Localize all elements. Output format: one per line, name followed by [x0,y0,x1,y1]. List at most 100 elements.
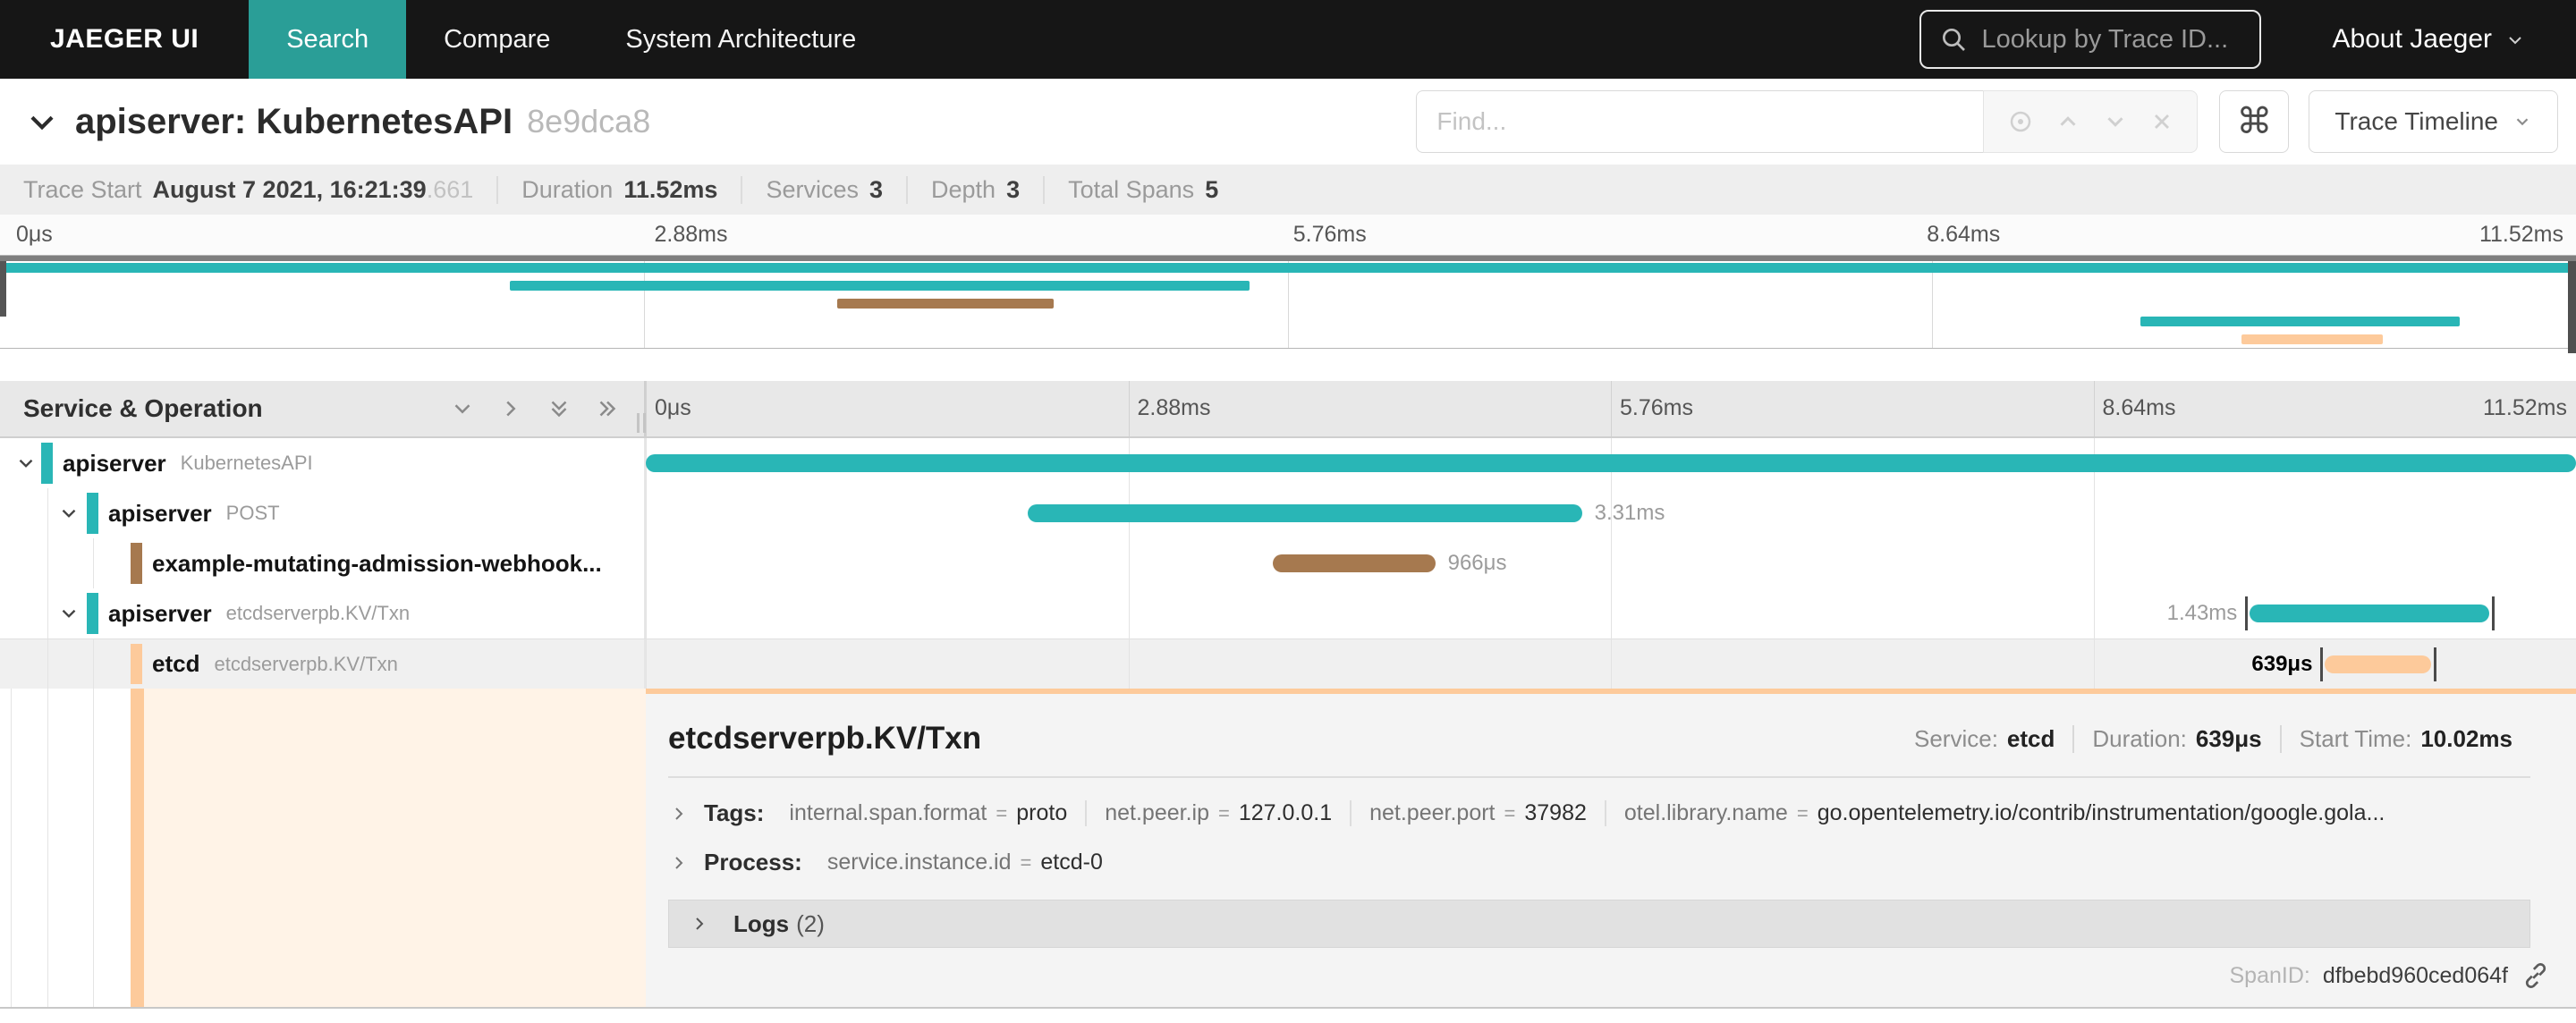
nav-item-system-architecture[interactable]: System Architecture [588,0,894,79]
span-bar[interactable]: 1.43ms [2167,596,2495,630]
indent-guide [47,538,48,588]
span-detail-card: etcdserverpb.KV/Txn Service: etcd Durati… [646,689,2576,1007]
span-color-bar [131,644,142,684]
trace-view-selector[interactable]: Trace Timeline [2309,90,2558,153]
span-service: apiserver [108,499,212,527]
tag-value: go.opentelemetry.io/contrib/instrumentat… [1817,800,2385,825]
collapse-one-chevron-down-icon[interactable] [449,395,476,422]
tag-value: proto [1016,800,1068,825]
stat-value: 3 [869,175,883,203]
span-row-apiserver-etcd-txn[interactable]: apiserver etcdserverpb.KV/Txn 1.43ms [0,588,2576,638]
equals-sign: = [1796,801,1809,824]
span-operation: etcdserverpb.KV/Txn [225,602,411,624]
span-row-apiserver-kubernetesapi[interactable]: apiserver KubernetesAPI [0,438,2576,488]
collapse-span-chevron-icon[interactable] [57,602,80,625]
equals-sign: = [1504,801,1516,824]
span-row-example-mutating-admission-webhook[interactable]: example-mutating-admission-webhook... 96… [0,538,2576,588]
trace-view-selector-label: Trace Timeline [2334,107,2498,135]
minimap-span-bar [837,299,1054,309]
find-control [1416,90,2199,153]
equals-sign: = [1217,801,1230,824]
process-item: service.instance.id = etcd-0 [809,850,1121,875]
minimap-span-bar [2241,334,2383,344]
collapse-trace-chevron-icon[interactable] [25,105,59,139]
detail-duration-value: 639μs [2195,724,2262,752]
trace-id-lookup-input[interactable] [1981,24,2319,55]
chevron-down-icon [2504,29,2526,50]
stat-services: Services 3 [741,175,906,204]
span-bar[interactable]: 966μs [1273,551,1506,575]
span-bar[interactable] [646,454,2576,472]
span-end-marker [2491,596,2495,630]
span-duration-label: 639μs [2251,652,2313,676]
tag-item: internal.span.format = proto [771,800,1085,826]
equals-sign: = [1020,850,1032,874]
stat-value: 5 [1205,175,1219,203]
span-color-bar [131,543,142,584]
trace-stats-bar: Trace Start August 7 2021, 16:21:39 .661… [0,165,2576,215]
collapse-all-double-chevron-down-icon[interactable] [546,395,572,422]
timeline-table-header: Service & Operation 0μs 2.88ms 5.76ms 8.… [0,381,2576,438]
logs-label: Logs [733,909,790,937]
stat-value: August 7 2021, 16:21:39 [152,175,427,203]
deep-link-icon[interactable] [2521,960,2551,991]
collapse-span-chevron-icon[interactable] [57,502,80,525]
span-row-etcd-txn-selected[interactable]: etcd etcdserverpb.KV/Txn 639μs [0,638,2576,689]
axis-tick: 8.64ms [1927,222,2001,247]
timeline-minimap[interactable] [0,255,2576,353]
timeline-axis-header: 0μs 2.88ms 5.76ms 8.64ms 11.52ms [646,381,2576,436]
span-service: apiserver [108,599,212,627]
stat-value-fraction: .661 [426,175,474,203]
service-operation-title: Service & Operation [23,394,263,422]
detail-service-value: etcd [2006,724,2055,752]
indent-guide [47,488,48,538]
keyboard-shortcuts-button[interactable]: ⌘ [2219,90,2290,153]
span-row-apiserver-post[interactable]: apiserver POST 3.31ms [0,488,2576,538]
next-match-chevron-down-icon[interactable] [2102,108,2129,135]
span-bar[interactable]: 639μs [2251,647,2437,681]
find-input[interactable] [1416,90,1984,153]
span-service: etcd [152,650,200,677]
nav-item-search[interactable]: Search [249,0,407,79]
collapse-span-chevron-icon[interactable] [14,452,38,475]
focus-match-icon[interactable] [2007,108,2034,135]
axis-tick: 8.64ms [2102,395,2176,420]
expand-all-double-chevron-right-icon[interactable] [594,395,621,422]
indent-guide [93,639,94,689]
span-bar[interactable]: 3.31ms [1028,501,1665,525]
process-expander-row[interactable]: Process: service.instance.id = etcd-0 [668,849,2554,876]
process-value: etcd-0 [1040,850,1103,875]
indent-guide [47,639,48,689]
minimap-drag-handle-right[interactable] [2568,261,2576,353]
command-icon: ⌘ [2236,102,2273,141]
detail-divider [668,776,2530,778]
minimap-scrubber-track[interactable] [0,256,2576,261]
minimap-drag-handle-left[interactable] [0,261,6,317]
stat-label: Services [766,175,859,203]
nav-item-compare[interactable]: Compare [406,0,588,79]
span-operation: KubernetesAPI [180,452,313,474]
stat-value: 11.52ms [623,175,718,203]
logs-expander[interactable]: Logs (2) [668,900,2530,948]
axis-tick: 2.88ms [654,222,728,247]
tags-expander-row[interactable]: Tags: internal.span.format = proto net.p… [668,799,2554,827]
axis-tick: 5.76ms [1292,222,1367,247]
span-service: example-mutating-admission-webhook... [152,549,602,577]
stat-total-spans: Total Spans 5 [1043,175,1241,204]
minimap-span-bar [510,281,1250,291]
clear-find-x-icon[interactable] [2149,109,2174,134]
column-resize-grip[interactable] [637,413,646,433]
minimap-span-bar [2140,317,2461,326]
about-jaeger-menu[interactable]: About Jaeger [2333,0,2526,79]
prev-match-chevron-up-icon[interactable] [2055,108,2081,135]
service-operation-header: Service & Operation [0,381,646,436]
app-logo[interactable]: JAEGER UI [0,0,249,79]
expand-one-chevron-right-icon[interactable] [497,395,524,422]
detail-start-time: Start Time: 10.02ms [2279,724,2530,753]
trace-id-lookup[interactable] [1919,10,2319,69]
trace-header: apiserver: KubernetesAPI 8e9dca8 Find...… [0,79,2576,165]
axis-gridline [1611,381,1612,436]
tag-item: otel.library.name = go.opentelemetry.io/… [1604,800,2402,826]
detail-duration: Duration: 639μs [2072,724,2279,753]
about-jaeger-label: About Jaeger [2332,24,2492,54]
